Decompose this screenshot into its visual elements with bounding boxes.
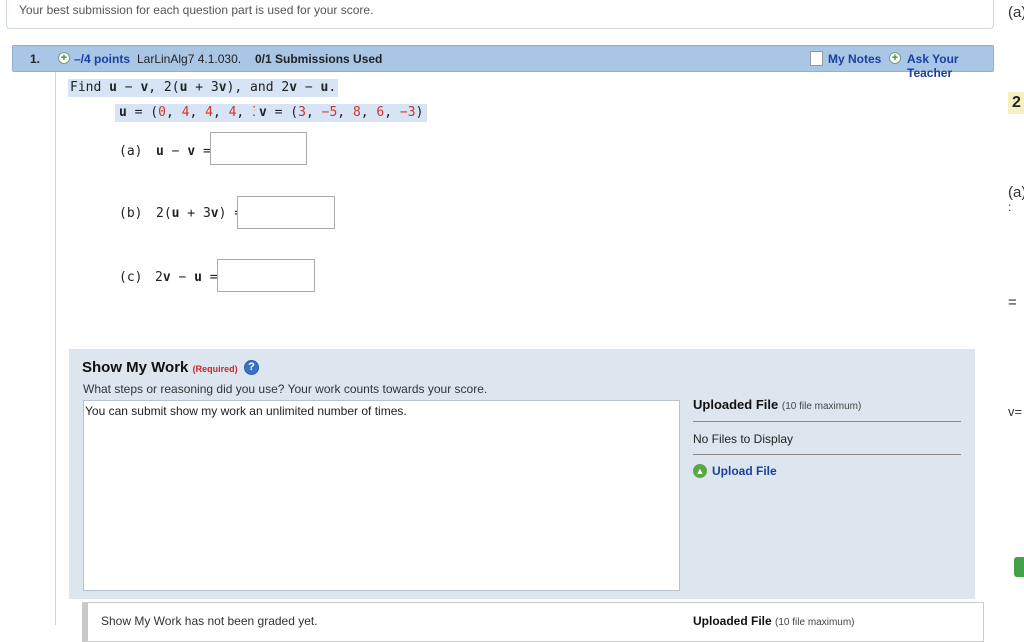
question-header: 1. + –/4 points LarLinAlg7 4.1.030. 0/1 … [12, 45, 994, 80]
edge-equals: = [1008, 294, 1017, 311]
part-b-label: (b) [119, 206, 143, 221]
part-a-expression: u − v = [156, 144, 211, 159]
ask-teacher-link[interactable]: Ask Your Teacher [907, 52, 993, 80]
notes-page-icon[interactable] [810, 51, 823, 66]
part-c-expression: 2v − u = [155, 270, 218, 285]
graded-status-text: Show My Work has not been graded yet. [101, 614, 318, 628]
question-body-divider [55, 72, 56, 625]
edge-green-button[interactable] [1014, 557, 1024, 577]
part-c-label: (c) [119, 270, 143, 285]
upload-arrow-icon[interactable]: ▲ [693, 464, 707, 478]
part-a-label: (a) [119, 144, 143, 159]
part-b-answer-input[interactable] [237, 196, 335, 229]
edge-v-label: v= [1008, 404, 1023, 419]
question-prompt: Find u − v, 2(u + 3v), and 2v − u. [68, 79, 339, 97]
edge-part-label: (a) [1008, 4, 1024, 21]
graded-work-panel: Show My Work has not been graded yet. Up… [82, 602, 984, 642]
part-c-answer-input[interactable] [217, 259, 315, 292]
uploaded-file-divider [693, 421, 961, 422]
question-source: LarLinAlg7 4.1.030. [137, 52, 242, 66]
show-my-work-prompt: What steps or reasoning did you use? You… [83, 382, 488, 396]
required-badge: (Required) [192, 364, 238, 374]
ask-teacher-plus-icon[interactable]: + [889, 52, 901, 64]
show-my-work-textarea[interactable]: You can submit show my work an unlimited… [83, 400, 680, 591]
score-notice-box: Your best submission for each question p… [6, 0, 994, 29]
part-a-answer-input[interactable] [210, 132, 307, 165]
question-points[interactable]: –/4 points [74, 52, 130, 66]
no-files-text: No Files to Display [693, 432, 794, 446]
part-b-expression: 2(u + 3v) = [156, 206, 243, 221]
vector-v: v = (3, −5, 8, 6, −3) [255, 104, 428, 122]
show-my-work-title: Show My Work (Required) [82, 359, 238, 376]
expand-plus-icon[interactable]: + [58, 52, 70, 64]
graded-uploaded-file-title: Uploaded File (10 file maximum) [693, 614, 855, 628]
help-icon[interactable]: ? [244, 360, 259, 375]
my-notes-link[interactable]: My Notes [828, 52, 881, 66]
upload-file-link[interactable]: Upload File [712, 464, 777, 478]
question-number: 1. [30, 52, 41, 66]
edge-number-tag: 2 [1008, 92, 1024, 114]
edge-sub-mark: : [1008, 200, 1012, 214]
edge-part-label-2: (a) [1008, 184, 1024, 201]
uploaded-file-title: Uploaded File (10 file maximum) [693, 397, 862, 412]
score-notice-text: Your best submission for each question p… [19, 3, 374, 17]
submissions-used: 0/1 Submissions Used [255, 52, 383, 66]
uploaded-file-divider-2 [693, 454, 961, 455]
show-my-work-panel: Show My Work (Required) ? What steps or … [69, 349, 975, 599]
